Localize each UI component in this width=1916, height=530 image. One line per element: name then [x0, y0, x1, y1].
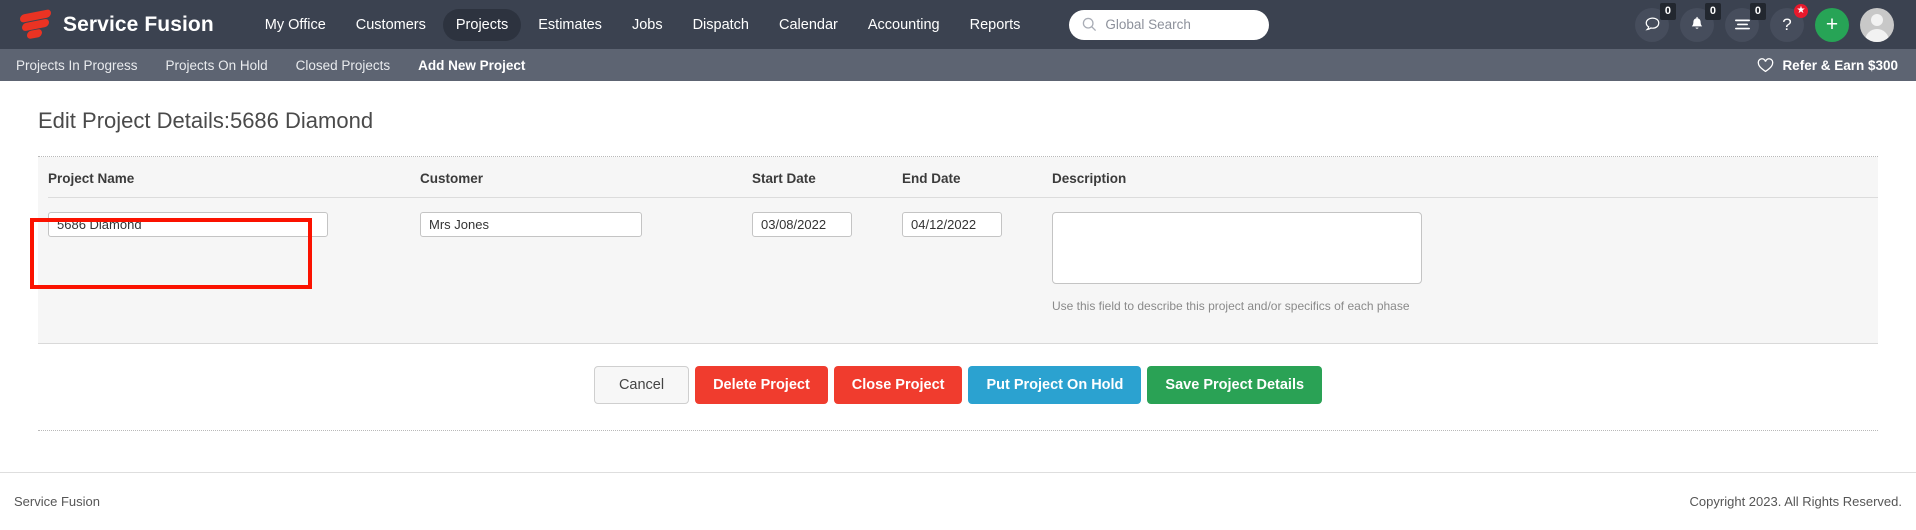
- label-start-date: Start Date: [752, 171, 816, 186]
- user-avatar[interactable]: [1860, 7, 1894, 42]
- chat-icon: [1644, 17, 1659, 31]
- cancel-button[interactable]: Cancel: [593, 366, 690, 404]
- nav-item-accounting[interactable]: Accounting: [855, 9, 953, 41]
- nav-item-jobs[interactable]: Jobs: [619, 9, 676, 41]
- nav-item-dispatch[interactable]: Dispatch: [680, 9, 762, 41]
- subnav-closed-projects[interactable]: Closed Projects: [282, 58, 405, 73]
- close-project-button[interactable]: Close Project: [833, 366, 963, 404]
- subnav-add-new-project[interactable]: Add New Project: [404, 58, 539, 73]
- list-lines-icon: [1734, 19, 1750, 30]
- help-button[interactable]: ? ★: [1770, 3, 1808, 42]
- nav-item-reports[interactable]: Reports: [957, 9, 1034, 41]
- topbar-actions: 0 0 0 ? ★ +: [1635, 2, 1898, 42]
- label-rule-end-date: [902, 197, 1052, 198]
- field-group-description: Description Use this field to describe t…: [1052, 157, 1878, 313]
- heart-icon: [1758, 57, 1774, 72]
- action-button-row: Cancel Delete Project Close Project Put …: [38, 344, 1878, 430]
- footer-copyright: Copyright 2023. All Rights Reserved.: [1689, 494, 1902, 509]
- chat-button[interactable]: 0: [1635, 2, 1676, 42]
- label-customer: Customer: [420, 171, 484, 186]
- field-group-customer: Customer: [420, 157, 752, 237]
- bell-icon: [1691, 16, 1703, 29]
- brand-name: Service Fusion: [63, 12, 214, 36]
- page-body: Edit Project Details:5686 Diamond Projec…: [0, 81, 1916, 431]
- top-navbar: Service Fusion My Office Customers Proje…: [0, 0, 1916, 49]
- notifications-button[interactable]: 0: [1680, 2, 1721, 42]
- project-name-input[interactable]: [48, 212, 328, 237]
- notifications-badge: 0: [1704, 2, 1721, 20]
- tasks-menu-button[interactable]: 0: [1725, 2, 1766, 42]
- label-end-date: End Date: [902, 171, 961, 186]
- plus-icon: +: [1825, 13, 1839, 36]
- tasks-badge: 0: [1749, 2, 1766, 20]
- nav-item-customers[interactable]: Customers: [343, 9, 439, 41]
- primary-nav: My Office Customers Projects Estimates J…: [252, 8, 1034, 41]
- delete-project-button[interactable]: Delete Project: [695, 366, 828, 404]
- chat-badge: 0: [1659, 2, 1676, 20]
- label-description: Description: [1052, 171, 1127, 186]
- label-rule-start-date: [752, 197, 902, 198]
- customer-input[interactable]: [420, 212, 642, 237]
- refer-label: Refer & Earn $300: [1782, 57, 1898, 73]
- create-new-button[interactable]: +: [1815, 7, 1849, 42]
- field-group-project-name: Project Name: [38, 157, 420, 237]
- star-badge-icon: ★: [1794, 3, 1808, 18]
- card-bottom-spacer: [38, 313, 1878, 343]
- field-group-start-date: Start Date: [752, 157, 902, 237]
- service-fusion-logo-icon: [20, 8, 52, 40]
- bottom-divider: [38, 430, 1878, 431]
- question-mark-icon: ?: [1782, 14, 1792, 34]
- subnav-projects-in-progress[interactable]: Projects In Progress: [16, 58, 152, 73]
- description-textarea[interactable]: [1052, 212, 1422, 284]
- label-rule-description: [1052, 197, 1878, 198]
- nav-item-estimates[interactable]: Estimates: [525, 9, 615, 41]
- field-grid: Project Name Customer Start Date End Dat…: [38, 157, 1878, 313]
- start-date-input[interactable]: [752, 212, 852, 237]
- footer-brand: Service Fusion: [14, 494, 100, 509]
- refer-and-earn-link[interactable]: Refer & Earn $300: [1757, 58, 1898, 73]
- label-rule-project-name: [48, 197, 420, 198]
- secondary-navbar: Projects In Progress Projects On Hold Cl…: [0, 49, 1916, 81]
- nav-item-projects[interactable]: Projects: [442, 8, 522, 41]
- end-date-input[interactable]: [902, 212, 1002, 237]
- search-input[interactable]: [1069, 9, 1270, 40]
- save-project-details-button[interactable]: Save Project Details: [1147, 366, 1323, 404]
- subnav-projects-on-hold[interactable]: Projects On Hold: [152, 58, 282, 73]
- nav-item-my-office[interactable]: My Office: [252, 9, 339, 41]
- label-project-name: Project Name: [48, 171, 135, 186]
- nav-item-calendar[interactable]: Calendar: [766, 9, 851, 41]
- project-details-card: Project Name Customer Start Date End Dat…: [38, 157, 1878, 344]
- brand-logo[interactable]: Service Fusion: [20, 8, 214, 40]
- label-rule-customer: [420, 197, 752, 198]
- page-footer: Service Fusion Copyright 2023. All Right…: [0, 472, 1916, 530]
- field-group-end-date: End Date: [902, 157, 1052, 237]
- put-project-on-hold-button[interactable]: Put Project On Hold: [968, 366, 1142, 404]
- description-hint: Use this field to describe this project …: [1052, 299, 1410, 313]
- global-search: [1069, 9, 1270, 40]
- page-title: Edit Project Details:5686 Diamond: [38, 108, 374, 133]
